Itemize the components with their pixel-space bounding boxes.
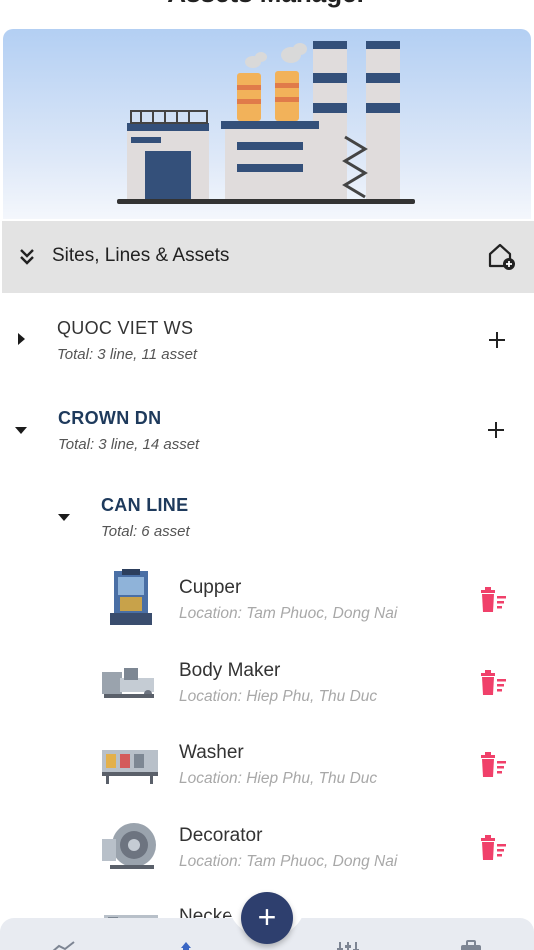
asset-location: Location: Tam Phuoc, Dong Nai xyxy=(179,853,398,870)
delete-list-icon[interactable] xyxy=(478,835,508,861)
site-row-crown-dn[interactable]: CROWN DN Total: 3 line, 14 asset xyxy=(0,390,534,470)
asset-row[interactable]: Decorator Location: Tam Phuoc, Dong Nai xyxy=(0,810,534,890)
asset-row[interactable]: Cupper Location: Tam Phuoc, Dong Nai xyxy=(0,562,534,642)
factory-illustration xyxy=(117,41,415,204)
asset-location: Location: Hiep Phu, Thu Duc xyxy=(179,770,378,787)
plus-icon: + xyxy=(257,899,277,935)
asset-location: Location: Hiep Phu, Thu Duc xyxy=(179,688,378,705)
caret-right-icon[interactable] xyxy=(18,333,25,345)
site-name: QUOC VIET WS xyxy=(57,318,194,338)
cupper-machine-image xyxy=(110,569,152,625)
chart-line-icon[interactable] xyxy=(50,940,76,950)
site-name: CROWN DN xyxy=(58,408,162,428)
section-header: Sites, Lines & Assets xyxy=(2,221,534,293)
asset-name: Cupper xyxy=(179,577,242,598)
page-title: Assets Manager xyxy=(0,0,534,9)
double-chevron-down-icon[interactable] xyxy=(17,246,37,266)
home-icon[interactable] xyxy=(173,940,199,950)
asset-name: Decorator xyxy=(179,825,263,846)
briefcase-icon[interactable] xyxy=(458,940,484,950)
washer-machine-image xyxy=(102,750,158,784)
site-summary: Total: 3 line, 11 asset xyxy=(57,346,198,363)
sliders-icon[interactable] xyxy=(335,940,361,950)
caret-down-icon[interactable] xyxy=(58,514,70,521)
delete-list-icon[interactable] xyxy=(478,587,508,613)
line-summary: Total: 6 asset xyxy=(101,523,190,540)
line-name: CAN LINE xyxy=(101,495,189,515)
asset-name: Washer xyxy=(179,742,244,763)
delete-list-icon[interactable] xyxy=(478,670,508,696)
site-row-quoc-viet[interactable]: QUOC VIET WS Total: 3 line, 11 asset xyxy=(0,300,534,380)
asset-name: Body Maker xyxy=(179,660,281,681)
decorator-machine-image xyxy=(102,823,156,869)
site-summary: Total: 3 line, 14 asset xyxy=(58,436,200,453)
add-line-button[interactable] xyxy=(485,328,509,352)
delete-list-icon[interactable] xyxy=(478,752,508,778)
caret-down-icon[interactable] xyxy=(15,427,27,434)
asset-row[interactable]: Washer Location: Hiep Phu, Thu Duc xyxy=(0,727,534,807)
asset-row[interactable]: Body Maker Location: Hiep Phu, Thu Duc xyxy=(0,645,534,725)
asset-location: Location: Tam Phuoc, Dong Nai xyxy=(179,605,398,622)
home-plus-icon[interactable] xyxy=(486,241,516,271)
factory-banner xyxy=(3,29,531,219)
section-title: Sites, Lines & Assets xyxy=(52,245,230,266)
body-maker-machine-image xyxy=(102,668,154,698)
add-fab-button[interactable]: + xyxy=(241,892,293,944)
add-line-button[interactable] xyxy=(484,418,508,442)
line-row-can-line[interactable]: CAN LINE Total: 6 asset xyxy=(0,478,534,558)
